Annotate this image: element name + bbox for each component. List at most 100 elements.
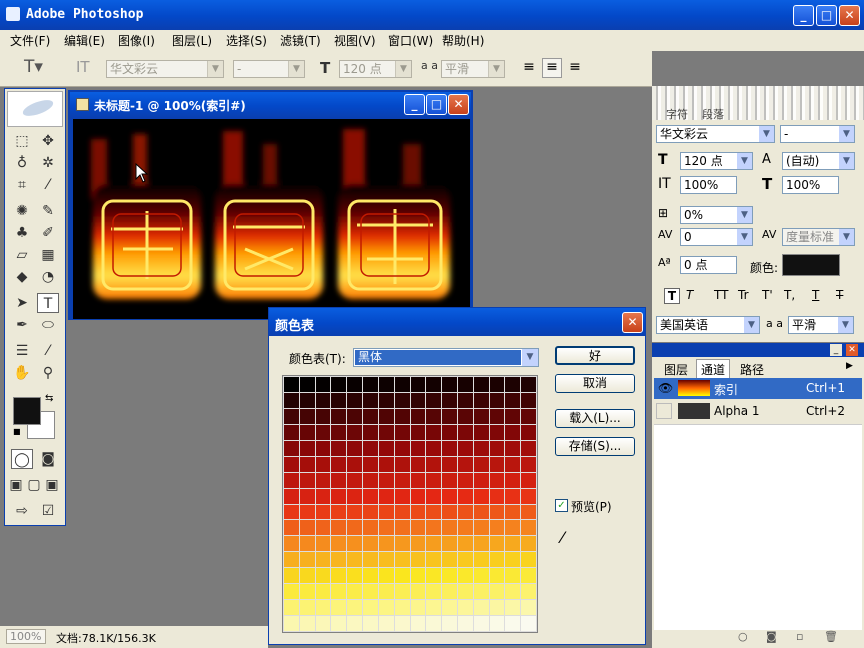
- color-table-swatch[interactable]: [473, 600, 489, 616]
- color-table-swatch[interactable]: [489, 408, 505, 424]
- type-tool-icon[interactable]: T: [37, 293, 59, 313]
- menu-image[interactable]: 图像(I): [118, 32, 155, 49]
- color-table-swatch[interactable]: [315, 600, 331, 616]
- color-table-swatch[interactable]: [442, 408, 457, 424]
- color-table-swatch[interactable]: [315, 504, 331, 520]
- eraser-tool-icon[interactable]: ▱: [11, 245, 33, 265]
- color-table-swatch[interactable]: [299, 536, 315, 552]
- small-caps-button[interactable]: Tr: [738, 288, 749, 302]
- swap-colors-icon[interactable]: ⇆: [45, 393, 53, 404]
- text-color-swatch[interactable]: [782, 254, 840, 276]
- color-table-swatch[interactable]: [363, 536, 378, 552]
- color-table-swatch[interactable]: [457, 584, 473, 600]
- crop-tool-icon[interactable]: ⌗: [11, 175, 33, 195]
- color-table-swatch[interactable]: [315, 520, 331, 536]
- color-table-swatch[interactable]: [284, 472, 299, 488]
- color-table-swatch[interactable]: [442, 424, 457, 440]
- color-table-swatch[interactable]: [426, 552, 442, 568]
- color-table-swatch[interactable]: [347, 408, 363, 424]
- color-table-swatch[interactable]: [489, 488, 505, 504]
- color-table-swatch[interactable]: [426, 536, 442, 552]
- color-table-swatch[interactable]: [299, 472, 315, 488]
- color-table-swatch[interactable]: [442, 440, 457, 456]
- color-table-swatch[interactable]: [378, 472, 394, 488]
- type-tool-preset-icon[interactable]: T▾: [24, 57, 43, 77]
- color-table-swatch[interactable]: [347, 456, 363, 472]
- color-table-swatch[interactable]: [363, 568, 378, 584]
- color-table-swatch[interactable]: [378, 520, 394, 536]
- subscript-button[interactable]: T,: [784, 288, 795, 302]
- color-table-swatch[interactable]: [426, 456, 442, 472]
- screen-mode-2-icon[interactable]: ▢: [25, 475, 43, 495]
- color-table-swatch[interactable]: [521, 408, 536, 424]
- color-table-swatch[interactable]: [426, 520, 442, 536]
- color-table-swatch[interactable]: [442, 377, 457, 392]
- color-table-swatch[interactable]: [410, 536, 426, 552]
- align-left-icon[interactable]: ≡: [520, 59, 538, 77]
- color-table-swatch[interactable]: [284, 424, 299, 440]
- color-table-swatch[interactable]: [394, 584, 410, 600]
- healing-brush-icon[interactable]: ✺: [11, 201, 33, 221]
- baseline-shift-input[interactable]: 0 点: [680, 256, 737, 274]
- color-table-swatch[interactable]: [457, 488, 473, 504]
- color-table-swatch[interactable]: [363, 472, 378, 488]
- channel-row-alpha1[interactable]: Alpha 1 Ctrl+2: [654, 401, 862, 422]
- color-table-swatch[interactable]: [489, 616, 505, 631]
- all-caps-button[interactable]: TT: [714, 288, 728, 302]
- doc-minimize-button[interactable]: _: [404, 94, 425, 115]
- save-button[interactable]: 存储(S)...: [555, 437, 635, 456]
- color-table-swatch[interactable]: [378, 616, 394, 631]
- color-table-swatch[interactable]: [347, 616, 363, 631]
- color-table-swatch[interactable]: [457, 392, 473, 408]
- move-tool-icon[interactable]: ✥: [37, 131, 59, 151]
- tab-layers[interactable]: 图层: [664, 361, 688, 378]
- color-table-swatch[interactable]: [489, 536, 505, 552]
- color-table-swatch[interactable]: [331, 456, 347, 472]
- color-table-swatch[interactable]: [489, 584, 505, 600]
- color-table-swatch[interactable]: [426, 472, 442, 488]
- tab-channels[interactable]: 通道: [696, 359, 731, 379]
- color-table-swatch[interactable]: [426, 488, 442, 504]
- color-table-swatch[interactable]: [473, 584, 489, 600]
- color-table-swatch[interactable]: [457, 552, 473, 568]
- color-table-swatch[interactable]: [331, 520, 347, 536]
- color-table-swatch[interactable]: [457, 600, 473, 616]
- color-table-swatch[interactable]: [363, 408, 378, 424]
- color-table-swatch[interactable]: [473, 392, 489, 408]
- panel-close-button[interactable]: ✕: [846, 344, 858, 356]
- color-table-swatch[interactable]: [426, 392, 442, 408]
- color-table-swatch[interactable]: [363, 552, 378, 568]
- menu-help[interactable]: 帮助(H): [442, 32, 484, 49]
- color-table-swatch[interactable]: [505, 488, 521, 504]
- color-table-swatch[interactable]: [505, 584, 521, 600]
- standard-mode-icon[interactable]: ◯: [11, 449, 33, 469]
- color-table-swatch[interactable]: [331, 377, 347, 392]
- color-table-swatch[interactable]: [410, 424, 426, 440]
- menu-window[interactable]: 窗口(W): [388, 32, 433, 49]
- color-table-swatch[interactable]: [489, 552, 505, 568]
- color-table-swatch[interactable]: [505, 552, 521, 568]
- color-table-swatch[interactable]: [457, 456, 473, 472]
- color-table-swatch[interactable]: [410, 408, 426, 424]
- jump-to-imageready-icon[interactable]: ⇨: [11, 501, 33, 521]
- color-table-swatch[interactable]: [426, 504, 442, 520]
- preview-checkbox[interactable]: ✓: [555, 499, 568, 512]
- color-table-swatch[interactable]: [331, 568, 347, 584]
- color-table-swatch[interactable]: [410, 584, 426, 600]
- color-table-swatch[interactable]: [521, 616, 536, 631]
- color-table-swatch[interactable]: [426, 377, 442, 392]
- language-select[interactable]: 美国英语 ▼: [656, 316, 760, 334]
- color-table-swatch[interactable]: [378, 392, 394, 408]
- color-table-swatch[interactable]: [410, 600, 426, 616]
- color-table-swatch[interactable]: [394, 472, 410, 488]
- color-table-swatch[interactable]: [363, 600, 378, 616]
- color-table-swatch[interactable]: [299, 616, 315, 631]
- color-table-swatch[interactable]: [410, 440, 426, 456]
- color-table-swatch[interactable]: [284, 520, 299, 536]
- screen-mode-1-icon[interactable]: ▣: [7, 475, 25, 495]
- menu-select[interactable]: 选择(S): [226, 32, 267, 49]
- menu-filter[interactable]: 滤镜(T): [280, 32, 321, 49]
- color-table-swatch[interactable]: [331, 504, 347, 520]
- color-table-swatch[interactable]: [315, 377, 331, 392]
- color-table-swatch[interactable]: [315, 456, 331, 472]
